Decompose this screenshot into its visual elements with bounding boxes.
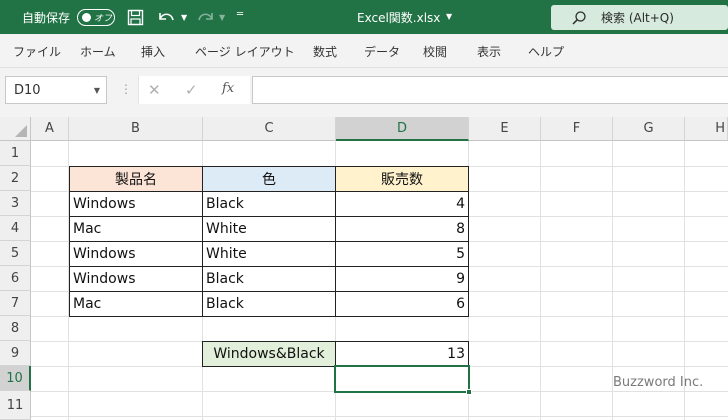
cell-product[interactable]: Windows (69, 191, 203, 217)
formula-input[interactable] (252, 76, 728, 104)
row-header-6[interactable]: 6 (0, 266, 31, 291)
tab-review[interactable]: 校閲 (423, 34, 447, 68)
column-header-g[interactable]: G (613, 117, 685, 141)
cell-product[interactable]: Windows (69, 241, 203, 267)
file-name[interactable]: Excel関数.xlsx (357, 0, 440, 34)
tab-help[interactable]: ヘルプ (528, 34, 564, 68)
row-header-7[interactable]: 7 (0, 291, 31, 316)
cell-sales[interactable]: 5 (335, 241, 469, 267)
formula-bar: D10 ▼ ⋮ ✕ ✓ fx (0, 68, 728, 117)
column-header-a[interactable]: A (31, 117, 69, 141)
redo-icon[interactable] (196, 9, 216, 26)
search-placeholder: 検索 (Alt+Q) (601, 11, 674, 25)
column-header-c[interactable]: C (203, 117, 336, 141)
row-header-4[interactable]: 4 (0, 216, 31, 241)
tab-data[interactable]: データ (364, 34, 400, 68)
cell-sales[interactable]: 6 (335, 291, 469, 317)
tab-insert[interactable]: 挿入 (141, 34, 165, 68)
criteria-label-cell[interactable]: Windows&Black (202, 341, 336, 367)
autosave-state: オフ (94, 14, 113, 24)
autosave-label: 自動保存 (22, 10, 71, 25)
select-all-icon (15, 125, 27, 137)
customize-toolbar-icon[interactable]: ═ (237, 9, 243, 20)
fill-handle[interactable] (466, 389, 472, 395)
title-bar: 自動保存 オフ ▼ ▼ ═ Excel関数.xlsx ▼ 検索 (Alt+Q) (0, 0, 728, 34)
criteria-result-cell[interactable]: 13 (335, 341, 469, 367)
cell-color[interactable]: White (202, 241, 336, 267)
save-icon[interactable] (127, 9, 144, 26)
tab-home[interactable]: ホーム (80, 34, 116, 68)
cell-product[interactable]: Windows (69, 266, 203, 292)
insert-function-icon[interactable]: fx (222, 81, 234, 96)
name-box-value: D10 (14, 82, 41, 98)
chevron-down-icon[interactable]: ▼ (94, 86, 100, 95)
cell-sales[interactable]: 9 (335, 266, 469, 292)
drag-handle-icon[interactable]: ⋮ (120, 82, 132, 96)
cell-sales[interactable]: 8 (335, 216, 469, 242)
header-cell-product[interactable]: 製品名 (69, 166, 203, 192)
row-header-3[interactable]: 3 (0, 191, 31, 216)
gridline (31, 416, 728, 417)
redo-dropdown-icon[interactable]: ▼ (219, 13, 225, 22)
chevron-down-icon[interactable]: ▼ (446, 12, 452, 21)
row-header-2[interactable]: 2 (0, 166, 31, 191)
undo-icon[interactable] (156, 9, 176, 26)
column-header-b[interactable]: B (69, 117, 203, 141)
select-all-button[interactable] (0, 117, 31, 141)
search-box[interactable]: 検索 (Alt+Q) (551, 5, 728, 30)
undo-dropdown-icon[interactable]: ▼ (181, 13, 187, 22)
column-header-d[interactable]: D (336, 117, 469, 141)
watermark: Buzzword Inc. (613, 375, 704, 390)
row-header-9[interactable]: 9 (0, 341, 31, 366)
cell-color[interactable]: Black (202, 191, 336, 217)
tab-file[interactable]: ファイル (13, 34, 61, 68)
cancel-icon[interactable]: ✕ (148, 81, 161, 99)
enter-icon[interactable]: ✓ (185, 81, 198, 99)
cell-color[interactable]: Black (202, 266, 336, 292)
column-header-e[interactable]: E (469, 117, 541, 141)
cell-sales[interactable]: 4 (335, 191, 469, 217)
cell-product[interactable]: Mac (69, 216, 203, 242)
active-cell-d10[interactable] (334, 365, 470, 393)
header-cell-sales[interactable]: 販売数 (335, 166, 469, 192)
row-header-5[interactable]: 5 (0, 241, 31, 266)
row-header-11[interactable]: 11 (0, 391, 31, 420)
toggle-knob (82, 13, 91, 22)
autosave-toggle[interactable]: オフ (77, 9, 115, 26)
column-header-h[interactable]: H (685, 117, 728, 141)
cell-color[interactable]: Black (202, 291, 336, 317)
name-box[interactable]: D10 ▼ (5, 76, 107, 104)
cell-product[interactable]: Mac (69, 291, 203, 317)
row-header-1[interactable]: 1 (0, 141, 31, 166)
tab-page-layout[interactable]: ページ レイアウト (195, 34, 295, 68)
ribbon-tabs: ファイル ホーム 挿入 ページ レイアウト 数式 データ 校閲 表示 ヘルプ (0, 34, 728, 68)
row-header-8[interactable]: 8 (0, 316, 31, 341)
tab-formulas[interactable]: 数式 (313, 34, 337, 68)
header-cell-color[interactable]: 色 (202, 166, 336, 192)
cell-color[interactable]: White (202, 216, 336, 242)
gridline (540, 141, 541, 420)
search-icon (572, 10, 586, 25)
tab-view[interactable]: 表示 (477, 34, 501, 68)
row-header-10[interactable]: 10 (0, 366, 31, 391)
column-header-f[interactable]: F (541, 117, 613, 141)
